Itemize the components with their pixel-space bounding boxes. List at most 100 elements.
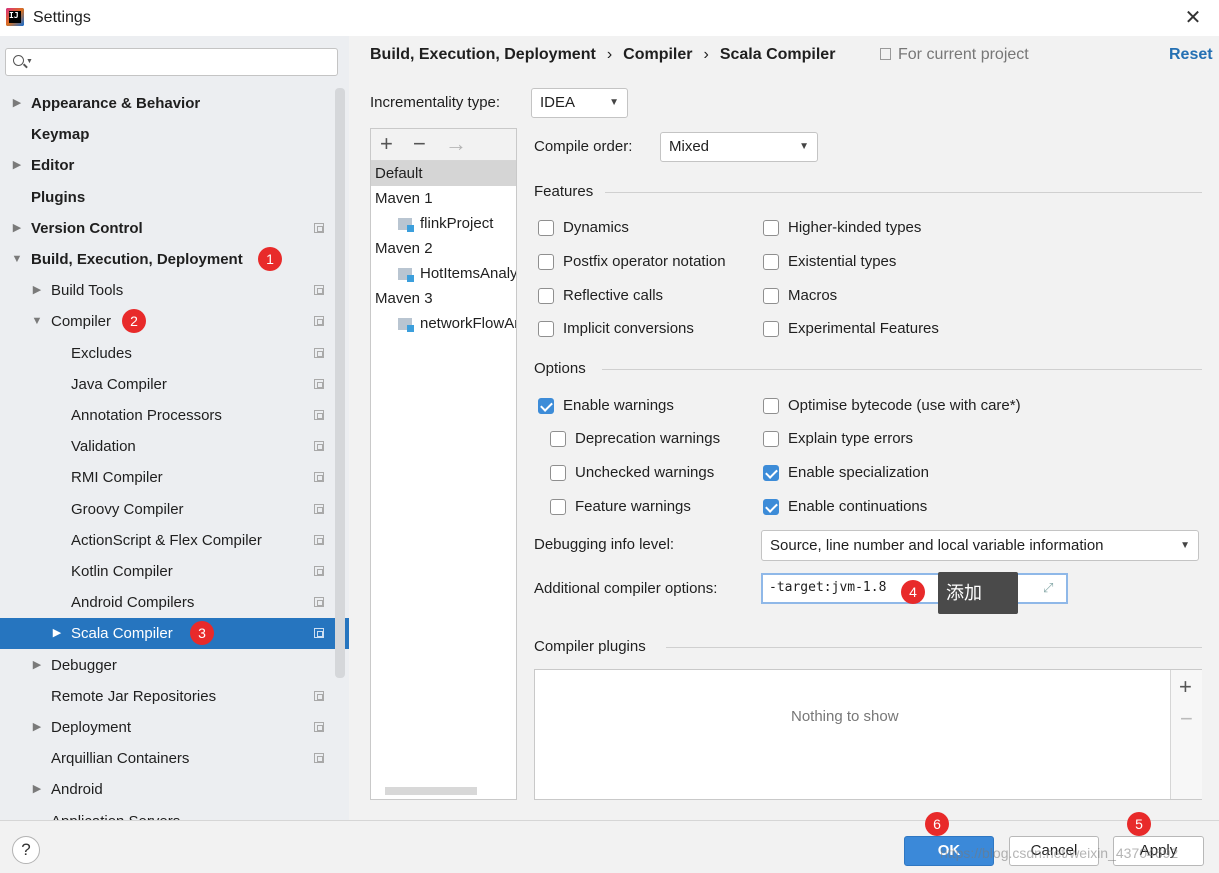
checkbox-label[interactable]: Macros [788,287,837,304]
tree-item[interactable]: ActionScript & Flex Compiler [0,525,349,556]
tree-item[interactable]: Excludes [0,338,349,369]
checkbox[interactable] [763,321,779,337]
expanded-arrow-icon[interactable]: ▼ [31,306,43,337]
checkbox[interactable] [763,398,779,414]
module-item[interactable]: HotItemsAnalysis [371,261,516,286]
checkbox[interactable] [763,254,779,270]
help-button[interactable]: ? [12,836,40,864]
tree-item[interactable]: ▶ Editor [0,150,349,181]
tree-item[interactable]: Annotation Processors [0,400,349,431]
tree-item-label: Groovy Compiler [71,500,184,518]
checkbox[interactable] [538,288,554,304]
checkbox-label[interactable]: Explain type errors [788,430,913,447]
module-item[interactable]: networkFlowAnalysis [371,311,516,336]
collapsed-arrow-icon[interactable]: ▶ [31,774,43,805]
tree-item-label: ActionScript & Flex Compiler [71,531,262,549]
tree-item[interactable]: ▶ Appearance & Behavior [0,88,349,119]
checkbox[interactable] [763,220,779,236]
checkbox-label[interactable]: Feature warnings [575,498,691,515]
chevron-down-icon[interactable]: ▼ [26,58,33,65]
scrollbar[interactable] [335,88,345,678]
checkbox[interactable] [763,499,779,515]
additional-options-label: Additional compiler options: [534,580,718,597]
project-scope-icon [880,48,891,60]
checkbox-label[interactable]: Unchecked warnings [575,464,714,481]
tree-item[interactable]: Validation [0,431,349,462]
checkbox[interactable] [538,220,554,236]
move-right-icon[interactable]: → [445,131,467,157]
checkbox-label[interactable]: Existential types [788,253,896,270]
checkbox-label[interactable]: Enable warnings [563,397,674,414]
tree-item[interactable]: ▶ Build Tools [0,275,349,306]
compile-order-select[interactable]: Mixed ▼ [660,132,818,162]
collapsed-arrow-icon[interactable]: ▶ [11,150,23,181]
debug-level-select[interactable]: Source, line number and local variable i… [761,530,1199,561]
tree-item[interactable]: Remote Jar Repositories [0,681,349,712]
checkbox-label[interactable]: Enable specialization [788,464,929,481]
checkbox-label[interactable]: Postfix operator notation [563,253,726,270]
profile-item[interactable]: Maven 1 [371,186,516,211]
tree-item[interactable]: RMI Compiler [0,462,349,493]
checkbox-label[interactable]: Higher-kinded types [788,219,921,236]
checkbox[interactable] [763,431,779,447]
checkbox[interactable] [550,431,566,447]
project-scope-icon [314,347,324,358]
tree-item[interactable]: Kotlin Compiler [0,556,349,587]
chevron-down-icon: ▼ [799,141,809,152]
module-item[interactable]: flinkProject [371,211,516,236]
expand-icon[interactable]: ⤢ [1043,581,1057,595]
breadcrumb-item: Compiler [623,46,693,63]
profile-item[interactable]: Maven 3 [371,286,516,311]
incrementality-select[interactable]: IDEA ▼ [531,88,628,118]
tree-item[interactable]: ▶ Debugger [0,650,349,681]
profile-item[interactable]: Maven 2 [371,236,516,261]
checkbox[interactable] [538,321,554,337]
checkbox[interactable] [763,288,779,304]
checkbox-label[interactable]: Reflective calls [563,287,663,304]
collapsed-arrow-icon[interactable]: ▶ [31,275,43,306]
collapsed-arrow-icon[interactable]: ▶ [31,650,43,681]
search-input[interactable]: ▼ [5,48,338,76]
tree-item[interactable]: ▶ Version Control [0,213,349,244]
tree-item[interactable]: Keymap [0,119,349,150]
checkbox-label[interactable]: Dynamics [563,219,629,236]
expanded-arrow-icon[interactable]: ▼ [11,244,23,275]
tree-item[interactable]: Plugins [0,182,349,213]
checkbox-label[interactable]: Optimise bytecode (use with care*) [788,397,1021,414]
horizontal-scrollbar[interactable] [385,787,477,795]
tree-item[interactable]: Java Compiler [0,369,349,400]
collapsed-arrow-icon[interactable]: ▶ [11,88,23,119]
collapsed-arrow-icon[interactable]: ▶ [31,712,43,743]
checkbox-label[interactable]: Enable continuations [788,498,927,515]
tree-item[interactable]: ▶ Android [0,774,349,805]
checkbox[interactable] [550,465,566,481]
checkbox-label[interactable]: Implicit conversions [563,320,694,337]
tree-item-label: Arquillian Containers [51,750,190,768]
tree-item[interactable]: Arquillian Containers [0,743,349,774]
debug-level-label: Debugging info level: [534,536,675,553]
tree-item[interactable]: ▼ Compiler 2 [0,306,349,337]
checkbox-label[interactable]: Deprecation warnings [575,430,720,447]
remove-icon[interactable]: − [1180,706,1193,732]
remove-icon[interactable]: − [413,131,426,157]
checkbox[interactable] [538,398,554,414]
tree-item[interactable]: ▶ Deployment [0,712,349,743]
checkbox[interactable] [763,465,779,481]
tree-item[interactable]: Application Servers [0,806,349,820]
add-icon[interactable]: + [380,131,393,157]
checkbox-label[interactable]: Experimental Features [788,320,939,337]
reset-link[interactable]: Reset [1169,46,1213,64]
profile-item[interactable]: Default [371,161,516,186]
checkbox[interactable] [538,254,554,270]
tree-item[interactable]: ▶ Scala Compiler 3 [0,618,349,650]
close-icon[interactable]: ✕ [1180,6,1206,30]
add-icon[interactable]: + [1179,674,1192,700]
tree-item[interactable]: ▼ Build, Execution, Deployment 1 [0,244,349,275]
project-scope-icon [314,441,324,452]
tree-item[interactable]: Groovy Compiler [0,494,349,525]
project-scope-icon [314,378,324,389]
tree-item[interactable]: Android Compilers [0,587,349,618]
collapsed-arrow-icon[interactable]: ▶ [51,618,63,649]
checkbox[interactable] [550,499,566,515]
collapsed-arrow-icon[interactable]: ▶ [11,213,23,244]
